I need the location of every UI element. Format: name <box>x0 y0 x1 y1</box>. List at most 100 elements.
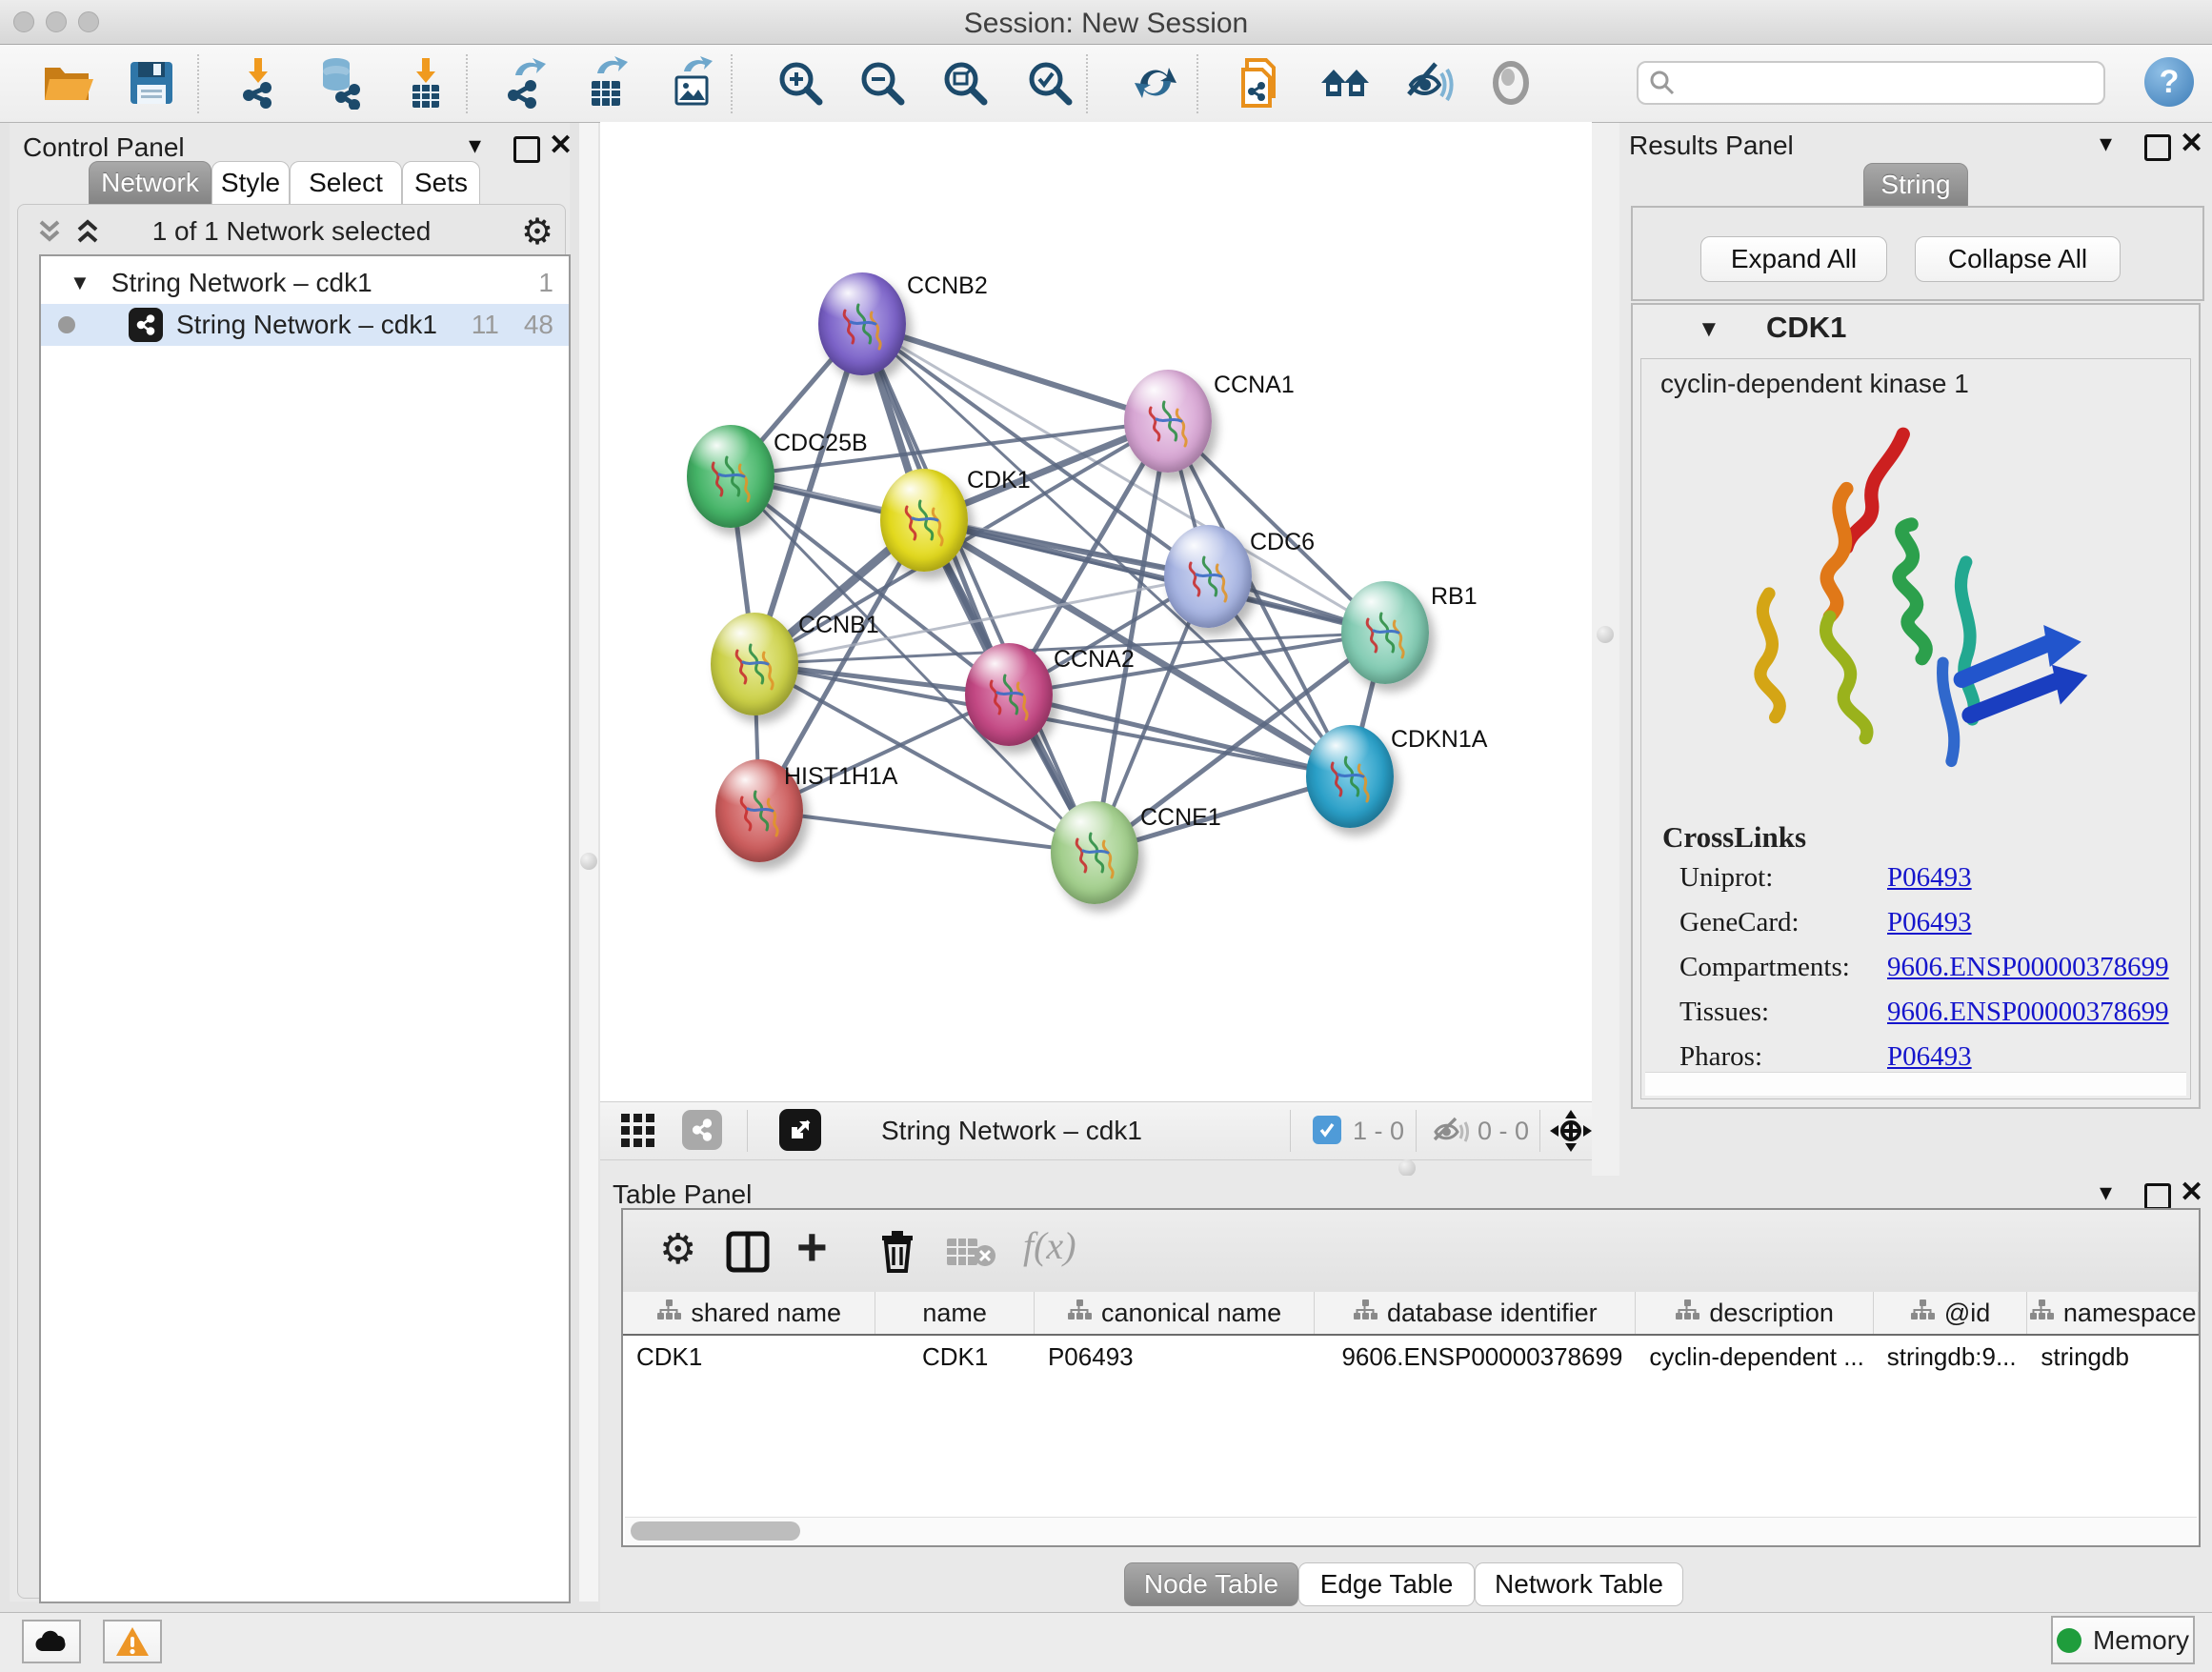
show-graphics-details-icon[interactable] <box>1484 56 1538 110</box>
node-CDK1[interactable] <box>880 469 968 572</box>
search-input[interactable] <box>1677 68 2090 99</box>
help-icon[interactable]: ? <box>2144 57 2194 107</box>
results-panel-collapse-icon[interactable]: ▾ <box>2100 129 2112 158</box>
tab-select[interactable]: Select <box>290 161 402 205</box>
column-header-name[interactable]: name <box>875 1292 1035 1334</box>
control-panel-collapse-icon[interactable]: ▾ <box>469 131 481 160</box>
apply-layout-icon[interactable] <box>1129 56 1182 110</box>
results-panel-close-icon[interactable]: ✕ <box>2180 127 2203 160</box>
splitter-handle[interactable] <box>1597 626 1614 643</box>
network-canvas[interactable]: CCNB2CCNA1CDC25BCDK1CDC6RB1CCNB1CCNA2CDK… <box>600 122 1592 1101</box>
annotation-documents-icon[interactable] <box>1234 56 1287 110</box>
zoom-out-icon[interactable] <box>855 56 909 110</box>
crosslink-link[interactable]: 9606.ENSP00000378699 <box>1887 952 2169 983</box>
import-network-icon[interactable] <box>231 56 285 110</box>
network-options-gear-icon[interactable]: ⚙ <box>521 211 553 253</box>
show-columns-icon[interactable] <box>726 1231 770 1273</box>
open-session-icon[interactable] <box>40 56 93 110</box>
horizontal-splitter[interactable] <box>600 1160 1592 1176</box>
crosslink-link[interactable]: 9606.ENSP00000378699 <box>1887 997 2169 1028</box>
tab-node-table[interactable]: Node Table <box>1124 1562 1298 1606</box>
cloud-button[interactable] <box>22 1620 81 1663</box>
node-CCNA2[interactable] <box>965 643 1053 746</box>
splitter-handle[interactable] <box>1398 1159 1416 1177</box>
zoom-fit-icon[interactable] <box>938 56 992 110</box>
results-scrollbar-track[interactable] <box>1645 1072 2186 1096</box>
results-panel-float-icon[interactable] <box>2144 134 2171 161</box>
vertical-splitter-right[interactable] <box>1592 123 1619 1176</box>
tab-edge-table[interactable]: Edge Table <box>1298 1562 1475 1606</box>
column-header-description[interactable]: description <box>1636 1292 1873 1334</box>
control-panel-close-icon[interactable]: ✕ <box>549 129 573 162</box>
vertical-splitter-left[interactable] <box>579 123 598 1601</box>
export-network-icon[interactable] <box>498 56 552 110</box>
expand-all-button[interactable]: Expand All <box>1700 236 1887 282</box>
separator <box>747 1110 748 1152</box>
crosslink-link[interactable]: P06493 <box>1887 907 1972 938</box>
warning-button[interactable] <box>103 1620 162 1663</box>
cell-namespace[interactable]: stringdb <box>2027 1336 2199 1378</box>
column-header--id[interactable]: @id <box>1874 1292 2028 1334</box>
crosslink-row: Pharos:P06493 <box>1679 1041 2190 1073</box>
search-box[interactable] <box>1637 61 2105 105</box>
cell-database-identifier[interactable]: 9606.ENSP00000378699 <box>1315 1336 1636 1378</box>
table-panel-float-icon[interactable] <box>2144 1183 2171 1210</box>
delete-column-trash-icon[interactable] <box>878 1229 916 1273</box>
import-network-from-database-icon[interactable] <box>312 56 365 110</box>
hide-details-icon[interactable] <box>1401 56 1455 110</box>
tab-sets[interactable]: Sets <box>402 161 480 205</box>
node-label-HIST1H1A: HIST1H1A <box>784 763 897 791</box>
node-CCNE1[interactable] <box>1051 801 1138 904</box>
crosslink-link[interactable]: P06493 <box>1887 1041 1972 1073</box>
save-session-icon[interactable] <box>125 56 178 110</box>
tab-string[interactable]: String <box>1863 163 1968 207</box>
import-table-icon[interactable] <box>399 56 452 110</box>
table-panel-collapse-icon[interactable]: ▾ <box>2100 1178 2112 1207</box>
crosslink-link[interactable]: P06493 <box>1887 862 1972 894</box>
node-CCNB1[interactable] <box>711 613 798 715</box>
column-header-database-identifier[interactable]: database identifier <box>1315 1292 1636 1334</box>
tab-network[interactable]: Network <box>89 161 211 205</box>
memory-button[interactable]: Memory <box>2051 1616 2195 1664</box>
node-CCNA1[interactable] <box>1124 370 1212 473</box>
table-hscrollbar[interactable] <box>625 1517 2197 1544</box>
column-header-namespace[interactable]: namespace <box>2027 1292 2199 1334</box>
node-CDKN1A[interactable] <box>1306 725 1394 828</box>
export-image-icon[interactable] <box>665 56 718 110</box>
column-header-shared-name[interactable]: shared name <box>623 1292 875 1334</box>
node-CDC25B[interactable] <box>687 425 774 528</box>
node-CDC6[interactable] <box>1164 525 1252 628</box>
birdseye-view-icon[interactable] <box>779 1109 821 1151</box>
tree-expand-icon[interactable]: ▼ <box>70 271 90 295</box>
table-row[interactable]: CDK1CDK1P064939606.ENSP00000378699cyclin… <box>623 1336 2199 1378</box>
protein-collapse-icon[interactable]: ▼ <box>1698 316 1720 343</box>
fit-selected-crosshair-icon[interactable] <box>1548 1108 1594 1154</box>
tab-style[interactable]: Style <box>211 161 290 205</box>
node-RB1[interactable] <box>1341 581 1429 684</box>
cell--id[interactable]: stringdb:9... <box>1874 1336 2028 1378</box>
tab-network-table[interactable]: Network Table <box>1475 1562 1683 1606</box>
network-overview-icon[interactable] <box>1318 56 1372 110</box>
network-row-selected[interactable]: String Network – cdk1 11 48 <box>41 304 569 346</box>
node-CCNB2[interactable] <box>818 272 906 375</box>
delete-table-icon <box>947 1237 996 1267</box>
network-collection-row[interactable]: ▼ String Network – cdk1 1 <box>41 262 569 304</box>
network-view-icon[interactable] <box>682 1110 722 1150</box>
splitter-handle[interactable] <box>580 853 597 870</box>
collapse-all-button[interactable]: Collapse All <box>1915 236 2121 282</box>
column-header-canonical-name[interactable]: canonical name <box>1035 1292 1315 1334</box>
zoom-selected-icon[interactable] <box>1023 56 1076 110</box>
cell-canonical-name[interactable]: P06493 <box>1035 1336 1315 1378</box>
cell-description[interactable]: cyclin-dependent ... <box>1636 1336 1873 1378</box>
export-table-icon[interactable] <box>580 56 633 110</box>
grid-view-icon[interactable] <box>621 1114 657 1148</box>
cell-shared-name[interactable]: CDK1 <box>623 1336 875 1378</box>
cell-name[interactable]: CDK1 <box>875 1336 1035 1378</box>
control-panel-float-icon[interactable] <box>513 136 540 163</box>
table-options-gear-icon[interactable]: ⚙ <box>659 1225 696 1274</box>
create-column-icon[interactable]: + <box>796 1216 828 1278</box>
hscrollbar-thumb[interactable] <box>631 1521 800 1541</box>
selected-checkbox-icon[interactable] <box>1313 1116 1341 1144</box>
table-panel-close-icon[interactable]: ✕ <box>2180 1176 2203 1209</box>
zoom-in-icon[interactable] <box>774 56 827 110</box>
